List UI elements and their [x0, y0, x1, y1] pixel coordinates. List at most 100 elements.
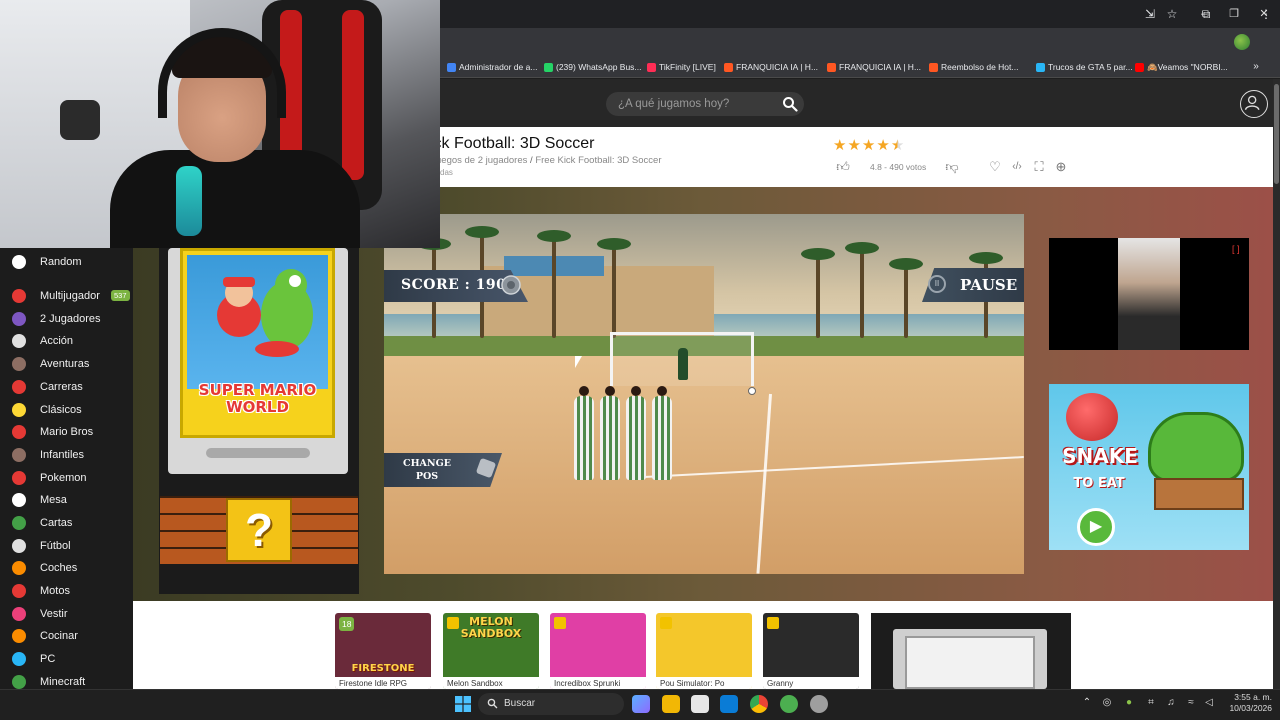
bookmark-item[interactable]: Administrador de a... — [447, 60, 537, 74]
sidebar-item-2-jugadores[interactable]: 2 Jugadores — [0, 308, 133, 330]
fullscreen-icon[interactable]: ⛶ — [1030, 158, 1048, 176]
bookmark-label[interactable]: (239) WhatsApp Bus... — [556, 62, 642, 72]
sidebar-item-label: Multijugador — [40, 290, 100, 302]
wifi-icon[interactable]: ≈ — [1185, 697, 1197, 709]
ad-fullscreen-icon[interactable]: [ ] — [1232, 244, 1240, 254]
change-position-label[interactable]: CHANGE POS — [392, 457, 462, 483]
bookmark-label[interactable]: FRANQUICIA IA | H... — [736, 62, 818, 72]
add-to-desktop-icon[interactable]: ⊕ — [1052, 158, 1070, 176]
sidebar-item-vestir[interactable]: Vestir — [0, 603, 133, 625]
green-app-icon[interactable] — [780, 695, 798, 713]
sidebar-item-pc[interactable]: PC — [0, 648, 133, 670]
chrome-icon[interactable] — [750, 695, 768, 713]
thumbs-up-icon[interactable]: 👍︎ — [834, 158, 852, 176]
bookmark-label[interactable]: 🙈Veamos "NORBI... — [1147, 62, 1228, 73]
bookmark-item[interactable]: (239) WhatsApp Bus... — [544, 60, 642, 74]
tray-app-icon[interactable]: ◎ — [1101, 697, 1113, 709]
star-icon[interactable]: ★ — [847, 136, 860, 154]
tray-network-icon[interactable]: ⌗ — [1145, 697, 1157, 709]
bookmarks-overflow-icon[interactable]: » — [1248, 59, 1264, 75]
search-input[interactable] — [618, 96, 778, 112]
favorite-heart-icon[interactable]: ♡ — [986, 158, 1004, 176]
bookmark-star-icon[interactable]: ☆ — [1164, 6, 1180, 22]
taskbar-clock[interactable]: 3:55 a. m. 10/03/2026 — [1222, 692, 1272, 714]
cartridge-slot — [206, 448, 310, 458]
pause-label[interactable]: PAUSE — [960, 276, 1017, 294]
sidebar-item-cl-sicos[interactable]: Clásicos — [0, 399, 133, 421]
install-app-icon[interactable]: ⇲ — [1142, 6, 1158, 22]
search-icon[interactable] — [487, 698, 498, 709]
sidebar-item-motos[interactable]: Motos — [0, 580, 133, 602]
bookmark-item[interactable]: Reembolso de Hot... — [929, 60, 1018, 74]
thumb-caption[interactable]: Melon Sandbox — [443, 677, 539, 689]
bookmark-label[interactable]: Reembolso de Hot... — [941, 62, 1018, 72]
game-thumb[interactable]: Pou Simulator: Po — [656, 613, 752, 689]
thumbs-down-icon[interactable]: 👎︎ — [943, 158, 961, 176]
sidebar-item-pokemon[interactable]: Pokemon — [0, 467, 133, 489]
soccer-ball[interactable] — [748, 387, 756, 395]
sidebar-item-acci-n[interactable]: Acción — [0, 330, 133, 352]
taskbar-search-label[interactable]: Buscar — [504, 698, 535, 709]
sidebar-item-f-tbol[interactable]: Fútbol — [0, 535, 133, 557]
star-icon[interactable]: ★ — [891, 136, 904, 154]
browser-menu-icon[interactable]: ⋮ — [1258, 6, 1274, 22]
sidebar-item-aventuras[interactable]: Aventuras — [0, 353, 133, 375]
taskbar-search[interactable] — [478, 693, 624, 715]
user-account-icon[interactable] — [1240, 90, 1268, 118]
game-thumb[interactable]: Incredibox Sprunki — [550, 613, 646, 689]
thumb-caption[interactable]: Pou Simulator: Po — [656, 677, 752, 689]
bookmark-label[interactable]: Trucos de GTA 5 par... — [1048, 62, 1133, 72]
sidebar-item-cocinar[interactable]: Cocinar — [0, 625, 133, 647]
crown-icon — [554, 617, 566, 629]
sidebar-item-label: 2 Jugadores — [40, 313, 101, 325]
thumb-caption[interactable]: Firestone Idle RPG — [335, 677, 431, 689]
sidebar-item-multijugador[interactable]: Multijugador 537 — [0, 285, 133, 307]
breadcrumb-category-link[interactable]: uegos de 2 jugadores — [436, 155, 527, 166]
page-scrollbar-thumb[interactable] — [1274, 84, 1279, 184]
profile-avatar[interactable] — [1234, 34, 1250, 50]
volume-icon[interactable]: ◁ — [1203, 697, 1215, 709]
tray-app-icon[interactable]: ● — [1123, 697, 1135, 709]
search-icon[interactable] — [782, 96, 798, 112]
microphone-icon[interactable]: ♫ — [1165, 697, 1177, 709]
bookmark-item[interactable]: Trucos de GTA 5 par... — [1036, 60, 1133, 74]
site-search[interactable] — [606, 92, 804, 116]
windows-start-icon[interactable] — [455, 696, 471, 712]
embed-code-icon[interactable]: ‹/› — [1008, 158, 1026, 176]
sidebar-item-cartas[interactable]: Cartas — [0, 512, 133, 534]
video-ad-presenter — [1118, 238, 1180, 350]
star-icon[interactable]: ★ — [876, 136, 889, 154]
star-icon[interactable]: ★ — [862, 136, 875, 154]
breadcrumb-current[interactable]: Free Kick Football: 3D Soccer — [535, 155, 661, 166]
copilot-icon[interactable] — [632, 695, 650, 713]
obs-icon[interactable] — [810, 695, 828, 713]
sidebar-item-coches[interactable]: Coches — [0, 557, 133, 579]
star-icon[interactable]: ★ — [833, 136, 846, 154]
tray-overflow-icon[interactable]: ⌃ — [1081, 697, 1093, 709]
sidebar-item-infantiles[interactable]: Infantiles — [0, 444, 133, 466]
thumb-caption[interactable]: Granny — [763, 677, 859, 689]
extensions-icon[interactable]: ⧉ — [1198, 6, 1214, 22]
pause-icon[interactable]: II — [928, 275, 946, 293]
bookmark-item[interactable]: 🙈Veamos "NORBI... — [1135, 60, 1228, 74]
restore-icon[interactable]: ❐ — [1226, 6, 1242, 22]
file-explorer-icon[interactable] — [662, 695, 680, 713]
bookmark-label[interactable]: TikFinity [LIVE] — [659, 62, 716, 72]
game-thumb[interactable]: Granny — [763, 613, 859, 689]
bookmark-label[interactable]: Administrador de a... — [459, 62, 537, 72]
game-thumb[interactable]: MELON SANDBOX Melon Sandbox — [443, 613, 539, 689]
bookmark-item[interactable]: FRANQUICIA IA | H... — [724, 60, 818, 74]
bookmark-item[interactable]: TikFinity [LIVE] — [647, 60, 716, 74]
sidebar-item-carreras[interactable]: Carreras — [0, 376, 133, 398]
play-icon[interactable]: ▶ — [1077, 508, 1115, 546]
bookmark-label[interactable]: FRANQUICIA IA | H... — [839, 62, 921, 72]
game-thumb[interactable]: 18 FIRESTONE Firestone Idle RPG — [335, 613, 431, 689]
sidebar-item-random[interactable]: Random — [0, 251, 133, 273]
screen-capture-icon[interactable] — [720, 695, 738, 713]
game-canvas[interactable]: SCORE : 190 II PAUSE CHANGE POS — [384, 214, 1024, 574]
sidebar-item-mesa[interactable]: Mesa — [0, 489, 133, 511]
bookmark-item[interactable]: FRANQUICIA IA | H... — [827, 60, 921, 74]
thumb-caption[interactable]: Incredibox Sprunki — [550, 677, 646, 689]
sidebar-item-mario-bros[interactable]: Mario Bros — [0, 421, 133, 443]
microsoft-store-icon[interactable] — [691, 695, 709, 713]
